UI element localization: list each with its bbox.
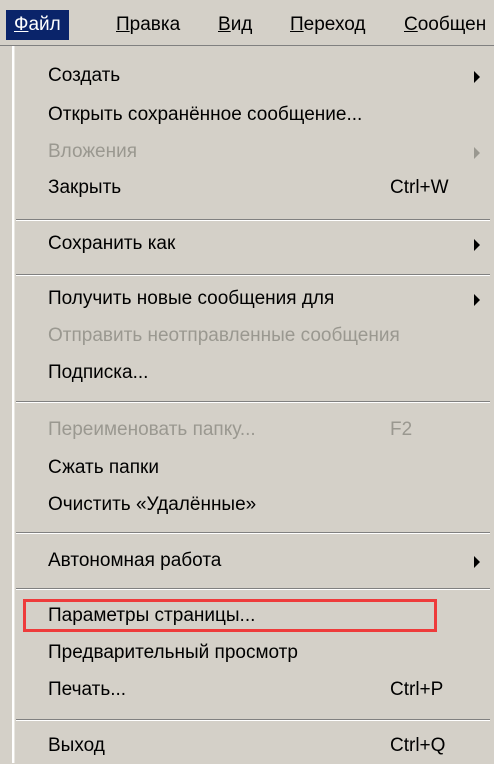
menu-item-send-unsent: Отправить неотправленные сообщения (14, 318, 494, 354)
menu-item-attachments: Вложения (14, 134, 494, 170)
menu-item-label: Закрыть (48, 177, 122, 198)
menu-go[interactable]: Переход (282, 10, 373, 40)
menu-item-label: Переименовать папку... (48, 419, 256, 440)
menu-item-label: Подписка... (48, 362, 149, 383)
menu-separator (16, 274, 490, 276)
menu-separator (16, 219, 490, 221)
menu-message[interactable]: Сообщен (396, 10, 494, 40)
shortcut-label: F2 (390, 419, 413, 440)
menu-item-label: Автономная работа (48, 550, 222, 571)
menu-item-save-as[interactable]: Сохранить как (14, 226, 494, 262)
menu-separator (16, 719, 490, 721)
menu-item-exit[interactable]: Выход Ctrl+Q (14, 728, 494, 764)
submenu-arrow-icon (474, 294, 480, 306)
menu-separator (16, 401, 490, 403)
shortcut-label: Ctrl+P (390, 679, 444, 700)
menu-item-label: Выход (48, 735, 105, 756)
menu-item-get-new-messages[interactable]: Получить новые сообщения для (14, 281, 494, 317)
menu-item-label: Вложения (48, 141, 137, 162)
file-dropdown-menu: Создать Открыть сохранённое сообщение...… (12, 46, 494, 763)
menu-item-label: Сжать папки (48, 457, 159, 478)
submenu-arrow-icon (474, 556, 480, 568)
menu-item-label: Открыть сохранённое сообщение... (48, 104, 363, 125)
menu-item-label: Создать (48, 65, 121, 86)
menu-item-open-saved[interactable]: Открыть сохранённое сообщение... (14, 97, 494, 133)
menu-separator (16, 588, 490, 590)
menu-item-label: Очистить «Удалённые» (48, 494, 257, 515)
menu-edit[interactable]: Правка (108, 10, 188, 40)
menu-view[interactable]: Вид (210, 10, 260, 40)
submenu-arrow-icon (474, 239, 480, 251)
menu-item-label: Предварительный просмотр (48, 642, 298, 663)
menu-item-label: Получить новые сообщения для (48, 288, 335, 309)
menu-item-subscribe[interactable]: Подписка... (14, 355, 494, 391)
menu-bar: Файл Правка Вид Переход Сообщен (0, 0, 494, 46)
menu-item-label: Отправить неотправленные сообщения (48, 325, 400, 346)
menu-item-print-preview[interactable]: Предварительный просмотр (14, 635, 494, 671)
menu-item-offline[interactable]: Автономная работа (14, 543, 494, 579)
menu-item-compact-folders[interactable]: Сжать папки (14, 450, 494, 486)
menu-item-close[interactable]: Закрыть Ctrl+W (14, 170, 494, 206)
menu-item-empty-trash[interactable]: Очистить «Удалённые» (14, 487, 494, 523)
menu-item-new[interactable]: Создать (14, 58, 494, 94)
menu-item-print[interactable]: Печать... Ctrl+P (14, 672, 494, 708)
shortcut-label: Ctrl+W (390, 177, 449, 198)
submenu-arrow-icon (474, 147, 480, 159)
menu-item-label: Сохранить как (48, 233, 176, 254)
menu-item-rename-folder: Переименовать папку... F2 (14, 412, 494, 448)
menu-item-label: Печать... (48, 679, 127, 700)
shortcut-label: Ctrl+Q (390, 735, 446, 756)
highlight-box (23, 599, 437, 632)
submenu-arrow-icon (474, 71, 480, 83)
menu-separator (16, 532, 490, 534)
menu-file[interactable]: Файл (6, 10, 69, 40)
